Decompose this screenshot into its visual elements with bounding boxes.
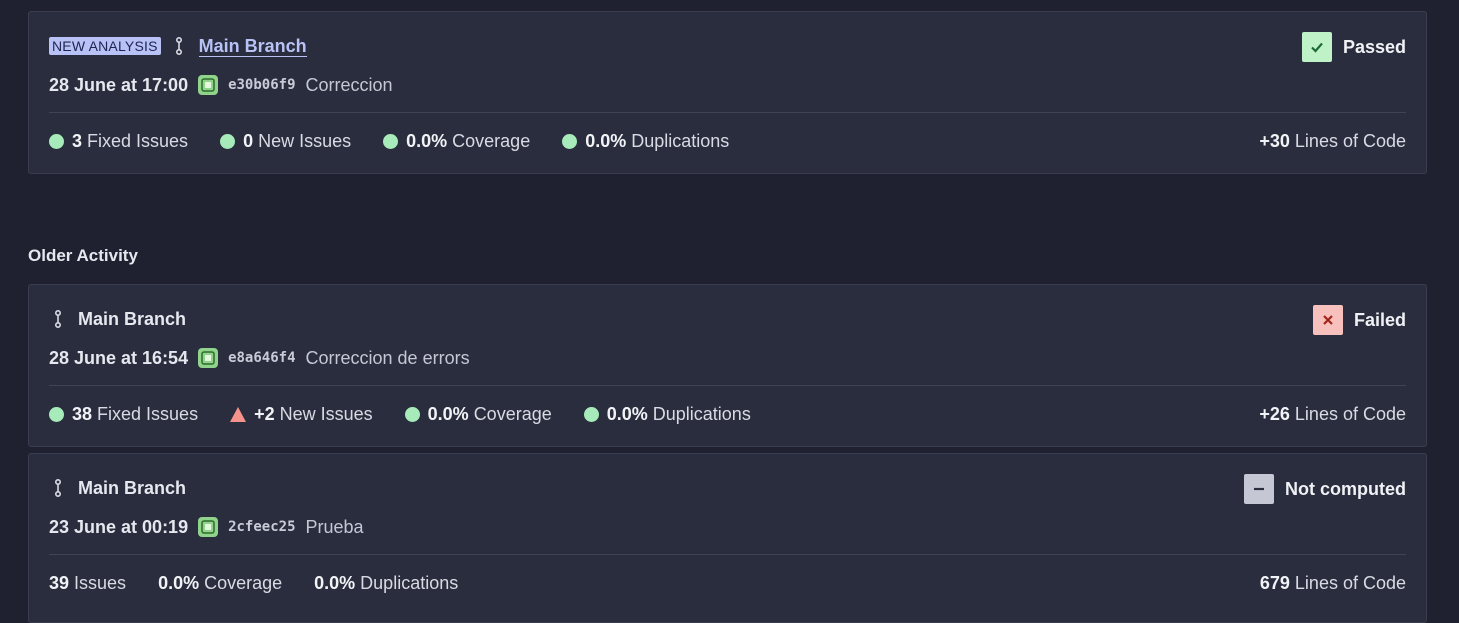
latest-analysis-card: NEW ANALYSIS Main Branch Passed 28 June … <box>28 11 1427 174</box>
coverage-metric[interactable]: 0.0% Coverage <box>404 404 552 425</box>
commit-hash[interactable]: e8a646f4 <box>228 350 295 366</box>
divider <box>49 385 1406 386</box>
commit-message: Prueba <box>305 516 364 537</box>
ok-dot-icon <box>404 406 420 422</box>
new-analysis-badge: NEW ANALYSIS <box>49 37 161 55</box>
lines-of-code-metric: +26 Lines of Code <box>1259 403 1406 424</box>
issues-metric[interactable]: 39 Issues <box>49 573 126 594</box>
commit-message: Correccion de errors <box>305 347 470 368</box>
duplications-metric[interactable]: 0.0% Duplications <box>314 573 458 594</box>
dash-icon <box>1244 474 1274 504</box>
activity-card-not-computed: Main Branch Not computed 23 June at 00:1… <box>28 453 1427 623</box>
ok-dot-icon <box>49 133 64 149</box>
branch-icon <box>52 310 64 328</box>
new-issues-metric[interactable]: +2 New Issues <box>230 404 373 425</box>
analysis-date: 28 June at 16:54 <box>49 347 189 368</box>
divider <box>49 112 1406 113</box>
branch-link[interactable]: Main Branch <box>198 36 307 57</box>
coverage-metric[interactable]: 0.0% Coverage <box>158 573 282 594</box>
quality-gate-status: Failed <box>1312 305 1406 335</box>
duplications-metric[interactable]: 0.0% Duplications <box>562 131 729 152</box>
branch-icon <box>173 37 185 55</box>
ok-dot-icon <box>220 133 236 149</box>
fixed-issues-metric[interactable]: 3 Fixed Issues <box>49 131 188 152</box>
branch-icon <box>52 479 64 497</box>
analysis-date: 23 June at 00:19 <box>49 516 189 537</box>
commit-message: Correccion <box>305 74 393 95</box>
coverage-metric[interactable]: 0.0% Coverage <box>383 131 530 152</box>
activity-card-failed: Main Branch Failed 28 June at 16:54 e8a6… <box>28 284 1427 447</box>
quality-gate-status: Passed <box>1301 32 1406 62</box>
commit-icon <box>198 75 219 95</box>
status-label: Not computed <box>1285 478 1406 499</box>
check-icon <box>1301 32 1332 62</box>
x-icon <box>1312 305 1343 335</box>
ok-dot-icon <box>583 406 599 422</box>
commit-hash[interactable]: 2cfeec25 <box>228 519 295 535</box>
analysis-date: 28 June at 17:00 <box>49 74 189 95</box>
status-label: Passed <box>1342 36 1406 57</box>
commit-icon <box>198 517 219 537</box>
older-activity-title: Older Activity <box>28 246 138 265</box>
branch-name: Main Branch <box>78 308 187 329</box>
lines-of-code-metric: 679 Lines of Code <box>1259 572 1406 593</box>
commit-hash[interactable]: e30b06f9 <box>228 77 295 93</box>
lines-of-code-metric: +30 Lines of Code <box>1259 130 1406 151</box>
commit-icon <box>198 348 219 368</box>
ok-dot-icon <box>562 133 578 149</box>
warning-triangle-icon <box>230 406 247 422</box>
quality-gate-status: Not computed <box>1244 474 1406 504</box>
divider <box>49 554 1406 555</box>
branch-name: Main Branch <box>78 477 187 498</box>
status-label: Failed <box>1353 309 1406 330</box>
fixed-issues-metric[interactable]: 38 Fixed Issues <box>49 404 198 425</box>
duplications-metric[interactable]: 0.0% Duplications <box>583 404 751 425</box>
ok-dot-icon <box>49 406 64 422</box>
ok-dot-icon <box>383 133 399 149</box>
new-issues-metric[interactable]: 0 New Issues <box>220 131 351 152</box>
